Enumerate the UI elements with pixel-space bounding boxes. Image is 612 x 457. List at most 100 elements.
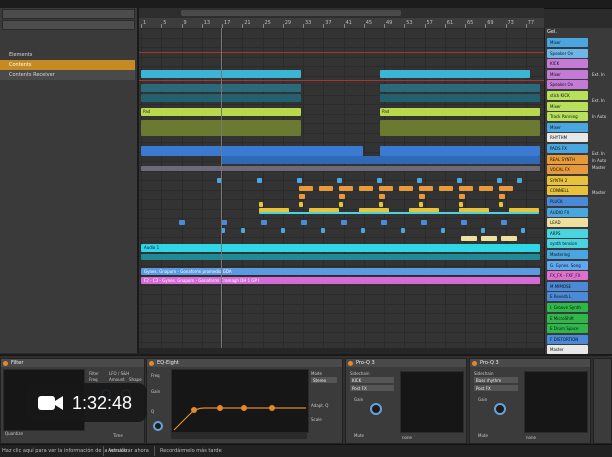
midi-clip[interactable]	[459, 194, 465, 199]
midi-clip[interactable]	[299, 202, 303, 207]
midi-clip[interactable]	[301, 220, 307, 225]
midi-clip[interactable]	[441, 228, 445, 233]
midi-clip[interactable]	[419, 202, 423, 207]
bus-clip[interactable]	[141, 146, 363, 156]
midi-clip[interactable]	[299, 194, 305, 199]
midi-clip[interactable]	[339, 202, 343, 207]
track-header[interactable]: Mixer	[547, 122, 588, 132]
playhead[interactable]	[221, 28, 222, 348]
browser-item-elements[interactable]: Elements	[0, 50, 135, 60]
track-header[interactable]: Mastering	[547, 250, 588, 259]
midi-clip[interactable]	[259, 202, 263, 207]
midi-clip[interactable]	[337, 178, 342, 183]
scroll-thumb[interactable]	[181, 10, 401, 16]
track-header[interactable]: REAL SYNTH	[547, 154, 588, 164]
device-header[interactable]: Filter	[1, 359, 144, 367]
track-header[interactable]: F DISTORTION	[547, 334, 588, 344]
power-icon[interactable]	[348, 361, 353, 366]
track-header[interactable]: synth tension	[547, 239, 588, 249]
midi-clip[interactable]	[399, 186, 413, 191]
midi-clip[interactable]	[497, 178, 502, 183]
midi-clip[interactable]	[379, 202, 383, 207]
track-header[interactable]: Mixer	[547, 69, 588, 79]
power-icon[interactable]	[472, 361, 477, 366]
midi-clip[interactable]	[339, 194, 345, 199]
gain-knob[interactable]	[370, 403, 382, 415]
midi-clip[interactable]	[241, 228, 245, 233]
rhythm-clip[interactable]	[141, 166, 540, 171]
audio-clip[interactable]	[380, 84, 540, 92]
track-header[interactable]: Track Panning	[547, 112, 588, 122]
band-selector[interactable]	[171, 433, 307, 439]
midi-clip[interactable]	[361, 228, 365, 233]
scope-display[interactable]	[524, 371, 588, 433]
io-label[interactable]: Ext. In	[592, 72, 605, 77]
midi-clip[interactable]	[319, 186, 333, 191]
track-header[interactable]: ARPS	[547, 228, 588, 238]
track-header[interactable]: G. Gynes. Song	[547, 260, 588, 270]
track-header[interactable]: Mixer	[547, 38, 588, 47]
update-now-button[interactable]: Actualizar ahora	[108, 447, 149, 455]
track-header[interactable]: VOCAL FX	[547, 165, 588, 175]
midi-clip[interactable]	[501, 236, 517, 241]
midi-clip[interactable]	[517, 178, 522, 183]
track-header[interactable]: AUDIO FX	[547, 207, 588, 217]
io-label[interactable]: Master	[592, 190, 606, 195]
midi-clip[interactable]	[379, 194, 385, 199]
bus-clip[interactable]	[380, 146, 540, 156]
scope-display[interactable]	[400, 371, 464, 433]
midi-clip[interactable]	[359, 186, 373, 191]
midi-clip[interactable]	[401, 228, 405, 233]
device-pro-q-2[interactable]: Pro-Q 3 Sidechain Bass rhythm Post FX Ga…	[469, 358, 591, 444]
midi-clip[interactable]	[459, 186, 473, 191]
midi-clip[interactable]	[377, 178, 382, 183]
midi-clip[interactable]	[481, 236, 497, 241]
audio-clip-wide[interactable]	[141, 254, 540, 260]
io-label[interactable]: Ext. In	[592, 98, 605, 103]
track-header[interactable]: Mixer	[547, 101, 588, 111]
device-pro-q-1[interactable]: Pro-Q 3 Sidechain KICK Post FX Gain Mute…	[345, 358, 467, 444]
midi-clip[interactable]	[261, 220, 267, 225]
eq-display[interactable]	[171, 369, 309, 433]
midi-clip[interactable]	[281, 228, 285, 233]
device-header[interactable]: Pro-Q 3	[346, 359, 466, 367]
track-header[interactable]: SYNTH 2	[547, 175, 588, 185]
io-label[interactable]: In Auto	[592, 114, 606, 119]
track-header[interactable]: I. Groove Synth	[547, 303, 588, 312]
track-header[interactable]: stick KICK	[547, 91, 588, 100]
device-eq-eight[interactable]: EQ-Eight Freq Gain Q Mode Stereo Adapt. …	[146, 358, 343, 444]
io-label[interactable]: In Auto	[592, 158, 606, 163]
midi-clip[interactable]	[297, 178, 302, 183]
midi-clip[interactable]	[417, 178, 422, 183]
remind-later-button[interactable]: Recordármelo más tarde	[160, 447, 222, 455]
power-icon[interactable]	[3, 361, 8, 366]
bus-clip[interactable]	[221, 156, 540, 164]
midi-clip[interactable]	[499, 194, 505, 199]
midi-clip[interactable]	[259, 212, 539, 214]
track-header[interactable]: Speaker On	[547, 48, 588, 58]
pad-clip[interactable]	[380, 120, 540, 136]
midi-clip[interactable]	[499, 186, 513, 191]
track-header[interactable]: E Reverb L	[547, 292, 588, 302]
track-header[interactable]: LEAD	[547, 218, 588, 228]
midi-clip[interactable]	[501, 220, 507, 225]
track-header[interactable]: CONNELL	[547, 186, 588, 196]
midi-clip[interactable]	[321, 228, 325, 233]
arrangement-ruler[interactable]: 1 5 9 13 17 21 25 29 33 37 41 45 49 53 57 61 65 69 73 77	[139, 8, 544, 29]
midi-clip[interactable]	[457, 178, 462, 183]
midi-clip[interactable]	[459, 202, 463, 207]
midi-clip[interactable]	[379, 186, 393, 191]
midi-clip[interactable]	[257, 178, 262, 183]
pad-clip[interactable]: Pad	[380, 108, 540, 116]
midi-clip[interactable]	[421, 220, 427, 225]
audio-clip-wide[interactable]: Audio 1	[141, 244, 540, 252]
track-header[interactable]: PLUCK	[547, 197, 588, 206]
track-header[interactable]: Speaker On	[547, 80, 588, 90]
browser-filter-field[interactable]	[2, 20, 135, 30]
midi-clip[interactable]	[419, 186, 433, 191]
midi-clip[interactable]	[419, 194, 425, 199]
browser-item-contents-receiver[interactable]: Contents Receiver	[0, 70, 135, 80]
track-header[interactable]: KICK	[547, 59, 588, 69]
audio-clip[interactable]	[380, 70, 530, 78]
midi-clip[interactable]	[479, 186, 493, 191]
